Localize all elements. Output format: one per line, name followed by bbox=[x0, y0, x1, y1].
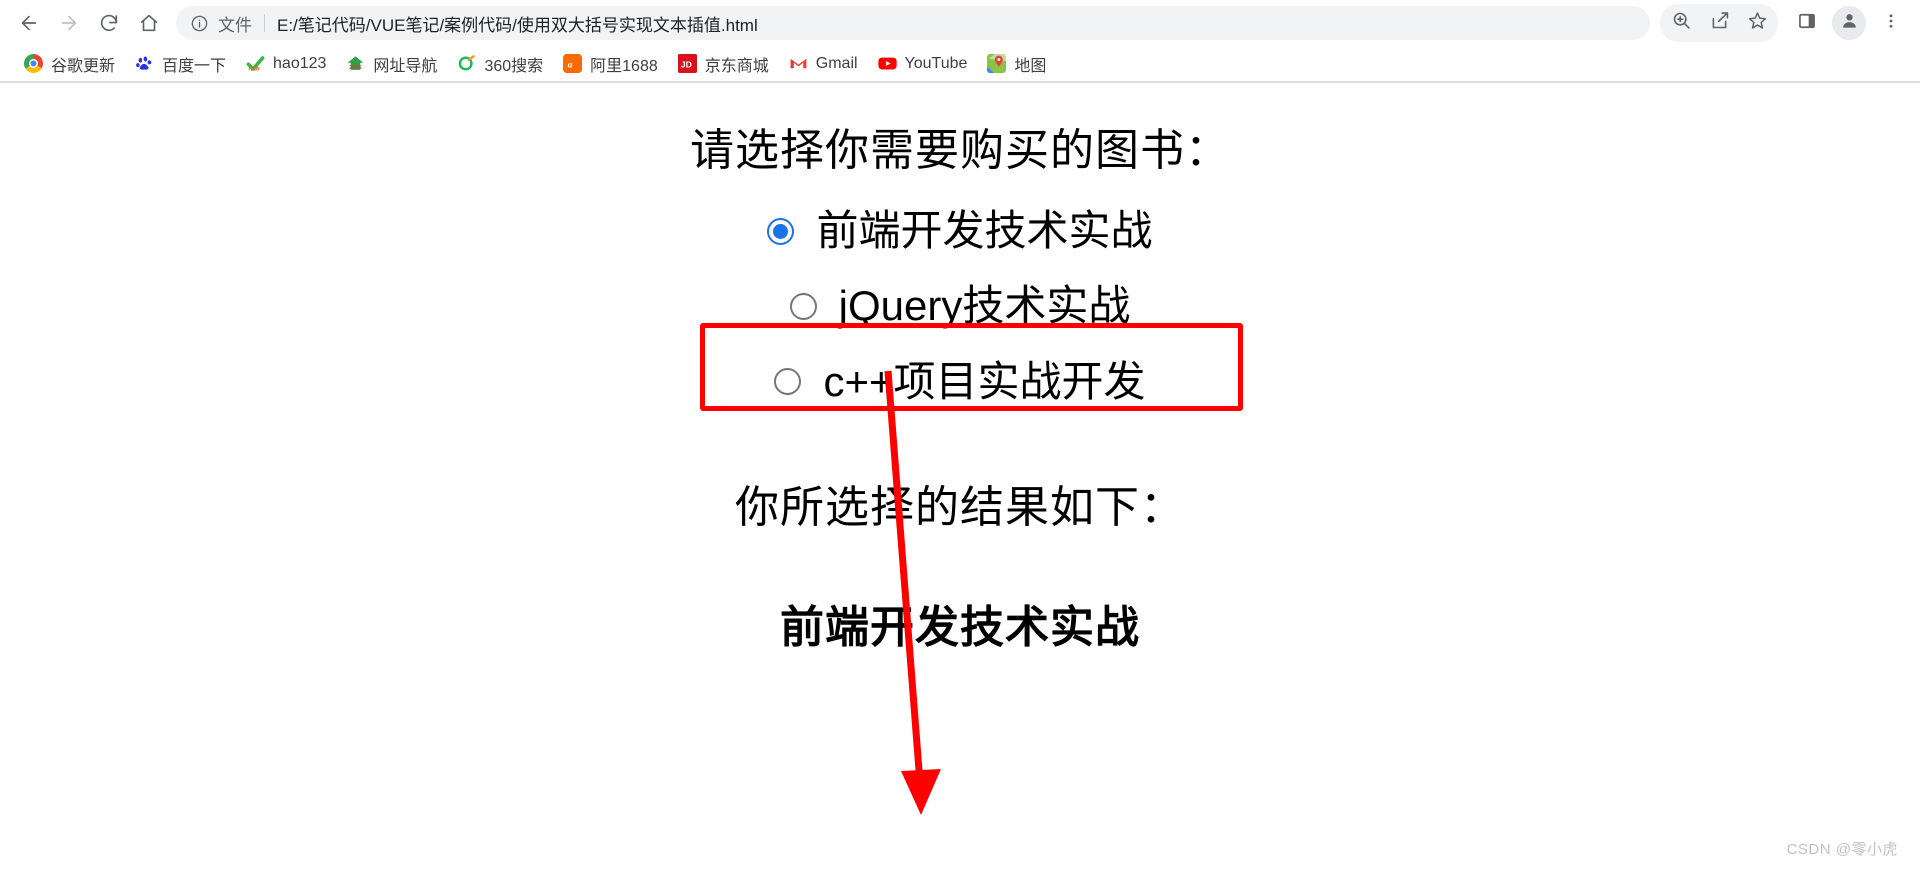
home-icon bbox=[138, 12, 160, 34]
result-value: 前端开发技术实战 bbox=[780, 603, 1140, 653]
radio-label-cpp: c++项目实战开发 bbox=[823, 357, 1146, 405]
radio-option-frontend[interactable]: 前端开发技术实战 bbox=[767, 206, 1153, 256]
bookmark-label: 阿里1688 bbox=[590, 57, 658, 75]
bookmark-item-gmail[interactable]: Gmail bbox=[779, 50, 868, 77]
zoom-in-icon bbox=[1671, 10, 1692, 36]
bookmark-item-alibaba[interactable]: a 阿里1688 bbox=[553, 48, 668, 80]
bookmark-item-google-update[interactable]: 谷歌更新 bbox=[14, 48, 125, 80]
forward-button[interactable] bbox=[50, 4, 88, 42]
address-url-text[interactable]: E:/笔记代码/VUE笔记/案例代码/使用双大括号实现文本插值.html bbox=[277, 11, 1636, 36]
share-button[interactable] bbox=[1700, 4, 1738, 42]
bookmark-item-maps[interactable]: 地图 bbox=[977, 48, 1056, 80]
profile-button[interactable] bbox=[1832, 6, 1866, 40]
bookmark-label: 网址导航 bbox=[373, 57, 438, 75]
browser-toolbar: 文件 E:/笔记代码/VUE笔记/案例代码/使用双大括号实现文本插值.html bbox=[0, 0, 1920, 46]
svg-text:a: a bbox=[568, 60, 573, 70]
bookmark-label: YouTube bbox=[904, 54, 968, 72]
more-menu-icon bbox=[1882, 12, 1900, 35]
youtube-icon bbox=[877, 54, 897, 73]
radio-button-cpp[interactable] bbox=[774, 368, 802, 396]
bookmark-label: hao123 bbox=[273, 54, 327, 72]
bookmark-label: Gmail bbox=[815, 54, 858, 72]
address-divider bbox=[264, 14, 265, 32]
bookmark-label: 360搜索 bbox=[484, 57, 544, 75]
reload-icon bbox=[98, 12, 120, 34]
side-panel-button[interactable] bbox=[1788, 4, 1826, 42]
page-content: 请选择你需要购买的图书： 前端开发技术实战 jQuery技术实战 c++项目实战… bbox=[0, 83, 1920, 655]
bookmark-label: 百度一下 bbox=[162, 57, 227, 75]
bookmark-item-360-search[interactable]: 360搜索 bbox=[447, 48, 553, 80]
svg-text:2345: 2345 bbox=[350, 65, 362, 71]
home-button[interactable] bbox=[130, 4, 168, 42]
baidu-icon bbox=[135, 54, 154, 73]
bookmark-item-hao123[interactable]: hao hao123 bbox=[236, 50, 336, 77]
browser-chrome: 文件 E:/笔记代码/VUE笔记/案例代码/使用双大括号实现文本插值.html bbox=[0, 0, 1920, 83]
book-radio-group: 前端开发技术实战 jQuery技术实战 c++项目实战开发 bbox=[0, 206, 1920, 407]
address-scheme-label: 文件 bbox=[218, 15, 252, 35]
address-bar[interactable]: 文件 E:/笔记代码/VUE笔记/案例代码/使用双大括号实现文本插值.html bbox=[176, 6, 1650, 40]
radio-option-jquery[interactable]: jQuery技术实战 bbox=[789, 281, 1131, 331]
csdn-watermark: CSDN @零小虎 bbox=[1786, 841, 1898, 858]
bookmark-item-jd[interactable]: JD 京东商城 bbox=[668, 48, 779, 80]
radio-button-jquery[interactable] bbox=[789, 293, 817, 321]
bookmark-label: 谷歌更新 bbox=[51, 57, 116, 75]
google-maps-icon bbox=[987, 54, 1007, 73]
radio-button-frontend[interactable] bbox=[767, 217, 795, 245]
bookmark-item-site-nav[interactable]: 2345 网址导航 bbox=[336, 48, 447, 80]
jd-icon: JD bbox=[677, 54, 697, 73]
radio-option-cpp[interactable]: c++项目实战开发 bbox=[774, 357, 1146, 407]
bookmark-star-button[interactable] bbox=[1738, 4, 1776, 42]
svg-text:JD: JD bbox=[681, 59, 692, 69]
page-viewport: 请选择你需要购买的图书： 前端开发技术实战 jQuery技术实战 c++项目实战… bbox=[0, 83, 1920, 873]
alibaba-icon: a bbox=[563, 54, 583, 73]
svg-text:hao: hao bbox=[248, 66, 259, 73]
radio-label-frontend: 前端开发技术实战 bbox=[816, 207, 1153, 254]
bookmark-item-youtube[interactable]: YouTube bbox=[868, 50, 978, 77]
reload-button[interactable] bbox=[90, 4, 128, 42]
toolbar-right-group bbox=[1660, 4, 1910, 42]
side-panel-icon bbox=[1797, 11, 1817, 36]
bookmark-item-baidu[interactable]: 百度一下 bbox=[125, 48, 236, 80]
more-menu-button[interactable] bbox=[1872, 4, 1910, 42]
radio-label-jquery: jQuery技术实战 bbox=[838, 282, 1131, 330]
bookmark-label: 京东商城 bbox=[704, 57, 769, 75]
chrome-icon bbox=[24, 54, 43, 73]
2345-icon: 2345 bbox=[346, 54, 365, 73]
360-icon bbox=[457, 54, 476, 73]
zoom-in-button[interactable] bbox=[1662, 4, 1700, 42]
profile-avatar-icon bbox=[1840, 11, 1859, 35]
hao123-icon: hao bbox=[246, 54, 265, 73]
back-button[interactable] bbox=[10, 4, 48, 42]
bookmark-label: 地图 bbox=[1014, 57, 1047, 75]
result-heading: 你所选择的结果如下： bbox=[735, 483, 1185, 533]
share-icon bbox=[1709, 10, 1730, 36]
bookmarks-bar: 谷歌更新 百度一下 hao hao123 2345 网址导航 360搜索 a 阿… bbox=[0, 46, 1920, 82]
info-circle-icon[interactable] bbox=[190, 14, 209, 33]
gmail-icon bbox=[789, 54, 808, 73]
forward-arrow-icon bbox=[58, 12, 80, 34]
back-arrow-icon bbox=[18, 12, 40, 34]
omnibox-action-pill bbox=[1660, 4, 1778, 42]
page-title: 请选择你需要购买的图书： bbox=[690, 126, 1230, 175]
bookmark-star-icon bbox=[1747, 10, 1768, 36]
